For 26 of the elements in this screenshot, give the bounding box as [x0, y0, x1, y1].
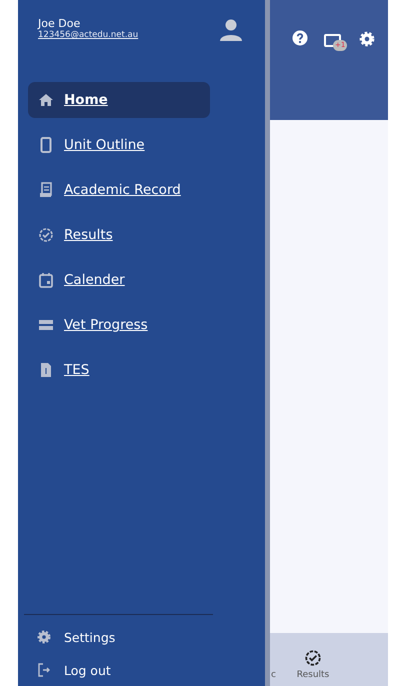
check-badge-icon [38, 227, 54, 243]
menu-item[interactable]: Home [28, 82, 210, 118]
gear-icon [36, 629, 52, 645]
user-email[interactable]: 123456@actedu.net.au [38, 30, 138, 41]
document-icon [38, 182, 54, 198]
nav-label[interactable]: c [271, 670, 276, 680]
menu-item[interactable]: Vet Progress [28, 307, 210, 343]
menu-item[interactable]: Log out [36, 662, 265, 678]
storage-icon [38, 317, 54, 333]
menu-item[interactable]: Results [28, 217, 210, 253]
menu-item[interactable]: TES [28, 352, 210, 388]
file-icon [38, 362, 54, 378]
settings-icon[interactable] [358, 30, 376, 48]
nav-label[interactable]: Results [296, 670, 330, 680]
logout-icon [36, 662, 52, 678]
menu-item[interactable]: Settings [36, 629, 265, 645]
menu-item[interactable]: Calender [28, 262, 210, 298]
phone-icon [38, 137, 54, 153]
home-icon [38, 92, 54, 108]
person-icon[interactable] [219, 18, 243, 42]
menu-item[interactable]: Unit Outline [28, 127, 210, 163]
check-badge-icon [304, 649, 322, 667]
help-icon[interactable] [292, 30, 308, 46]
user-name: Joe Doe [38, 18, 82, 30]
calendar-icon [38, 272, 54, 288]
menu-item[interactable]: Academic Record [28, 172, 210, 208]
